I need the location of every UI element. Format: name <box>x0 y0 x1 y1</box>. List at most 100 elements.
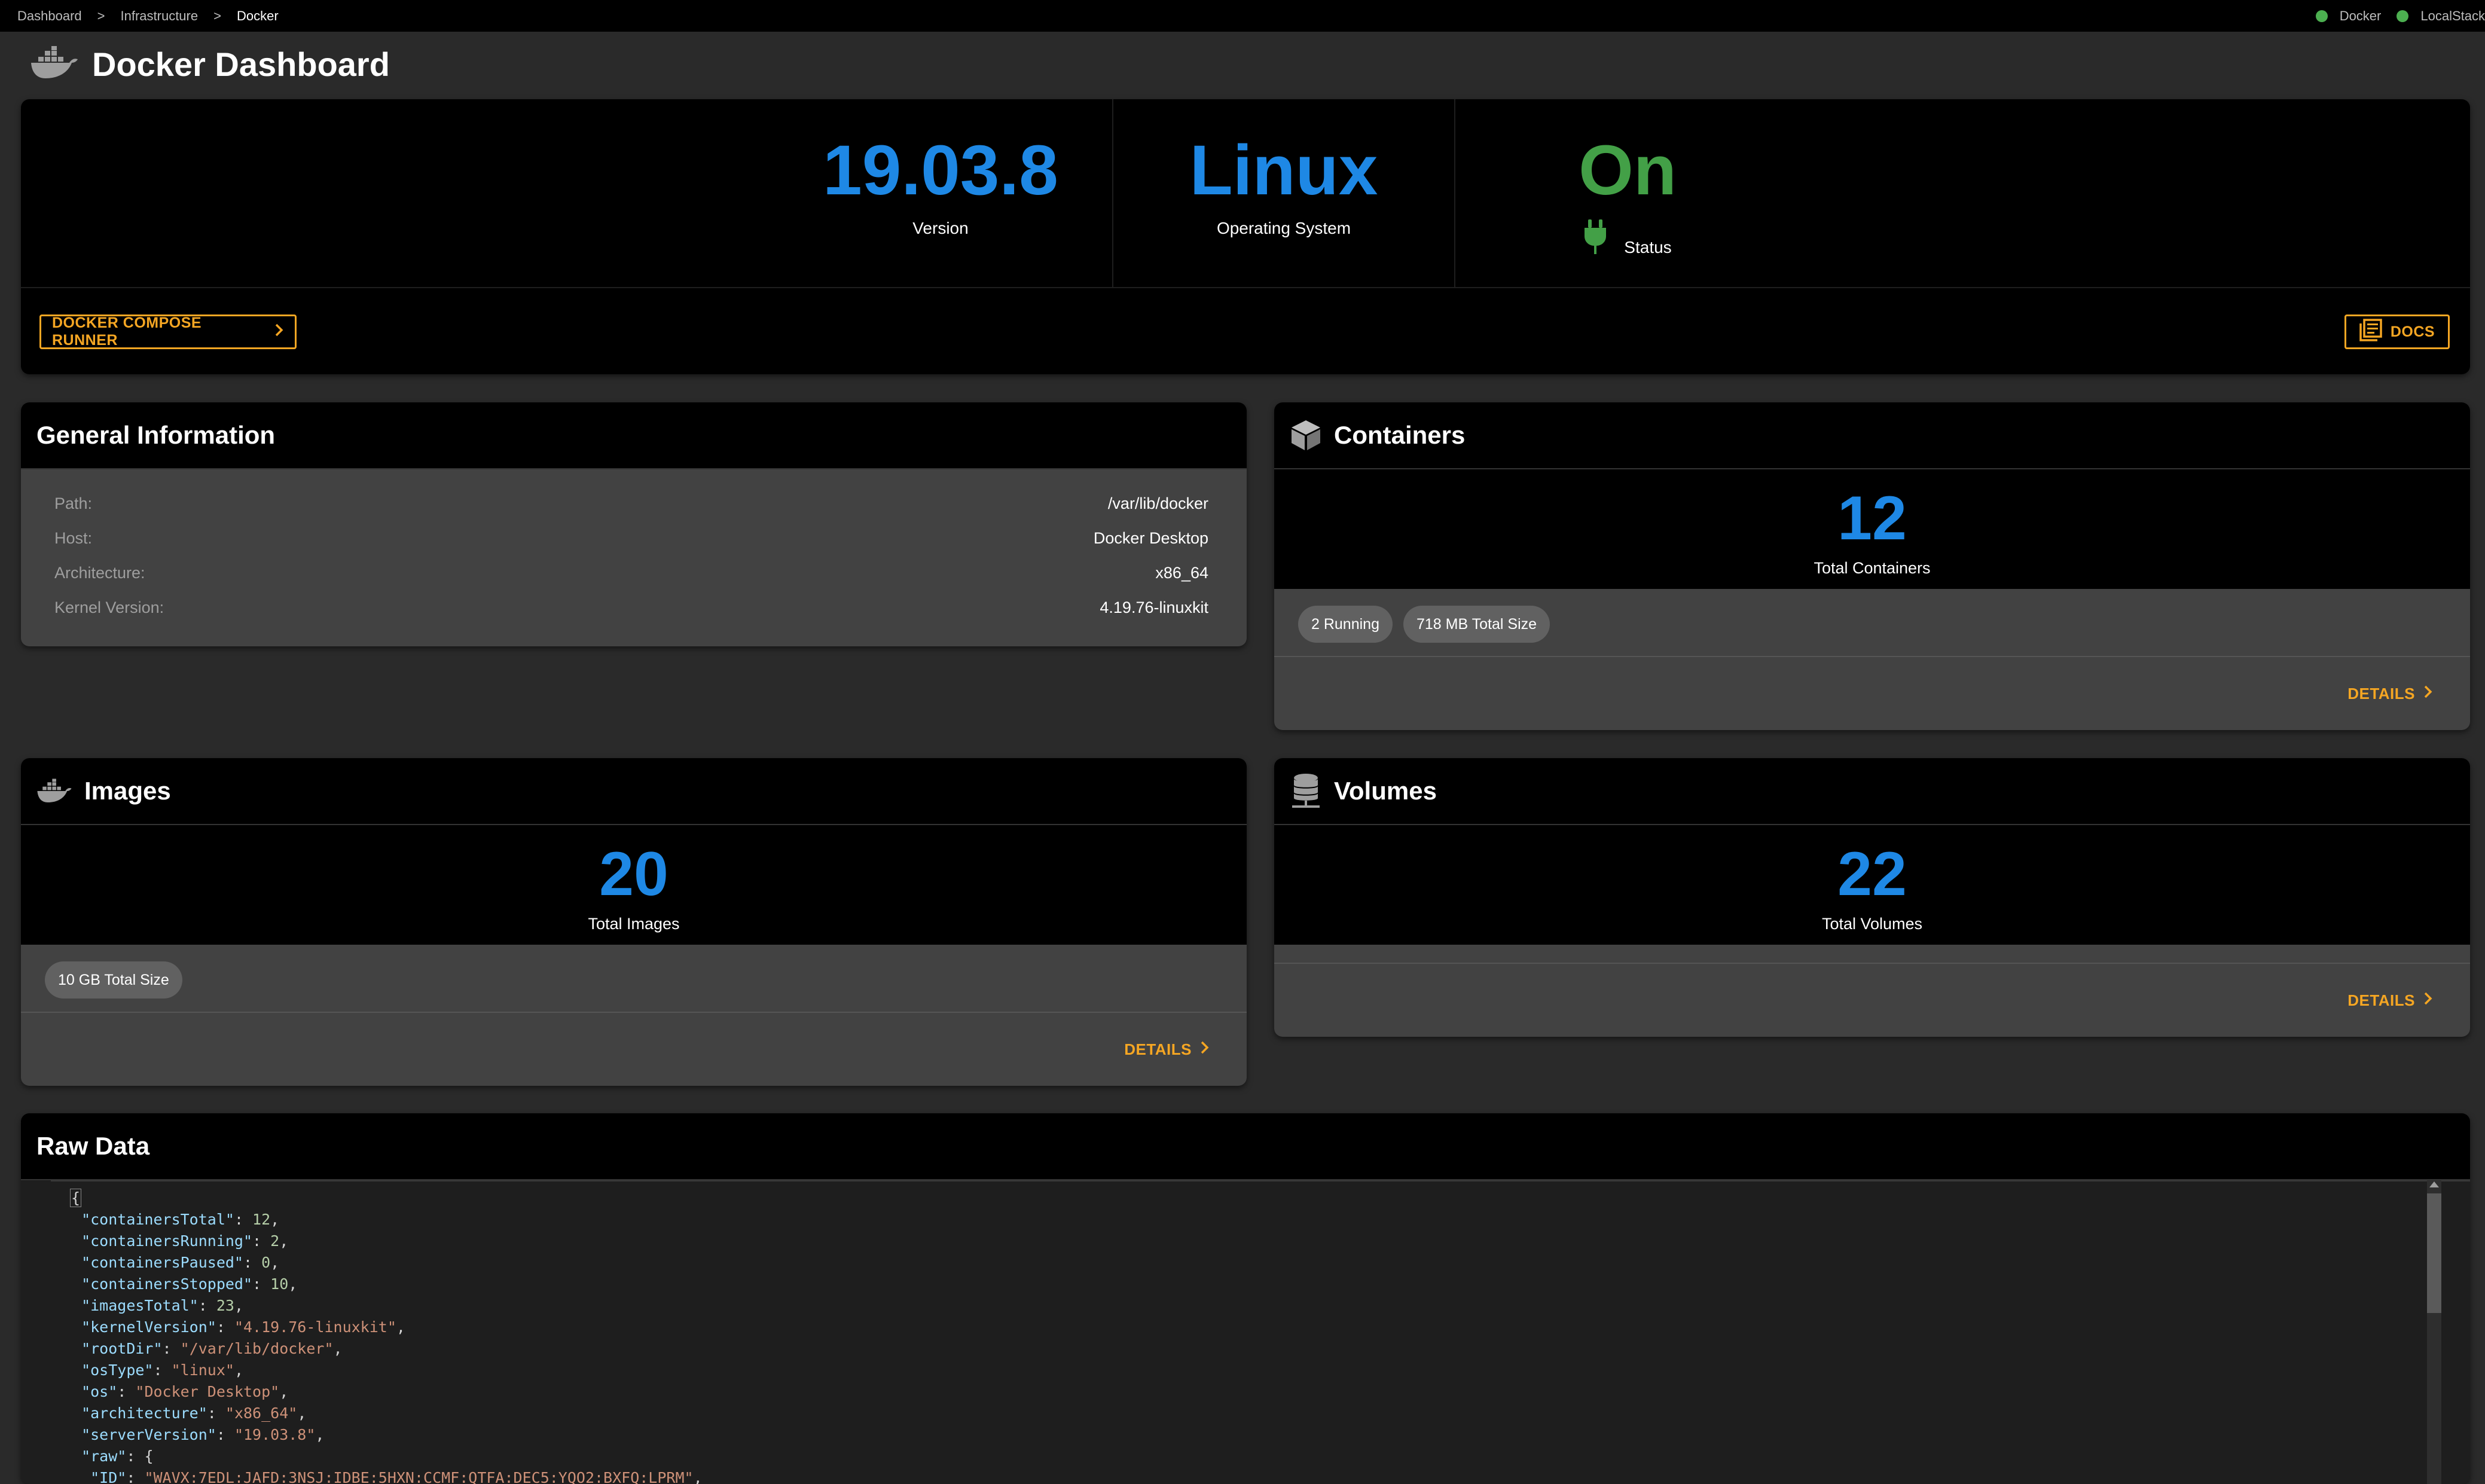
images-count: 20 <box>599 839 668 909</box>
json-value: { <box>144 1448 154 1465</box>
docker-whale-icon <box>30 45 79 83</box>
scrollbar[interactable] <box>2427 1180 2441 1484</box>
code-line: "ID": "WAVX:7EDL:JAFD:3NSJ:IDBE:5HXN:CCM… <box>72 1467 2470 1484</box>
info-row-path: Path: /var/lib/docker <box>54 486 1208 521</box>
code-line: "architecture": "x86_64", <box>81 1404 307 1422</box>
images-title: Images <box>84 777 171 805</box>
service-status-list: Docker LocalStack <box>2300 8 2485 24</box>
json-value: "x86_64" <box>225 1404 298 1422</box>
breadcrumb-dashboard[interactable]: Dashboard <box>17 8 82 24</box>
raw-data-header: Raw Data <box>21 1113 2470 1180</box>
general-information-title: General Information <box>36 421 276 449</box>
breadcrumb-separator: > <box>213 8 221 23</box>
json-key: "containersStopped" <box>81 1275 253 1293</box>
json-value: 12 <box>252 1211 271 1228</box>
cube-icon <box>1290 419 1322 451</box>
breadcrumb-infrastructure[interactable]: Infrastructure <box>121 8 199 24</box>
status-row: Status <box>1456 219 1799 257</box>
info-row-architecture: Architecture: x86_64 <box>54 555 1208 590</box>
json-value: "19.03.8" <box>234 1426 316 1443</box>
chevron-right-icon <box>2423 685 2433 703</box>
containers-metric: 12 Total Containers <box>1274 469 2470 589</box>
containers-count: 12 <box>1837 484 1907 553</box>
code-line: "containersRunning": 2, <box>81 1232 289 1250</box>
volumes-details-button[interactable]: DETAILS <box>2347 991 2433 1010</box>
chevron-right-icon <box>2423 991 2433 1010</box>
divider <box>1274 963 2470 964</box>
open-brace: { <box>70 1189 82 1207</box>
page-header: Docker Dashboard <box>30 42 390 86</box>
general-information-list: Path: /var/lib/docker Host: Docker Deskt… <box>54 486 1208 625</box>
images-metric: 20 Total Images <box>21 825 1247 945</box>
json-key: "osType" <box>81 1361 154 1379</box>
chevron-right-icon <box>274 323 284 341</box>
json-value: 2 <box>270 1232 280 1250</box>
code-line: "osType": "linux", <box>81 1361 244 1379</box>
json-key: "kernelVersion" <box>81 1318 216 1336</box>
volumes-count: 22 <box>1837 839 1907 909</box>
volumes-header: Volumes <box>1274 758 2470 825</box>
service-localstack[interactable]: LocalStack <box>2397 8 2485 24</box>
code-line: { <box>70 1187 2470 1209</box>
chip-total-size: 718 MB Total Size <box>1403 606 1550 643</box>
service-label: Docker <box>2339 8 2382 23</box>
scroll-up-icon[interactable] <box>2429 1181 2439 1187</box>
images-header: Images <box>21 758 1247 825</box>
divider <box>1274 656 2470 657</box>
raw-data-title: Raw Data <box>36 1132 150 1160</box>
divider <box>21 1012 1247 1013</box>
os-stat: Linux Operating System <box>1112 99 1455 288</box>
docker-compose-runner-button[interactable]: DOCKER COMPOSE RUNNER <box>39 314 297 349</box>
docs-button[interactable]: DOCS <box>2344 314 2450 349</box>
code-line: "containersTotal": 12, <box>81 1211 280 1228</box>
top-bar: Dashboard > Infrastructure > Docker Dock… <box>0 0 2485 32</box>
code-line: "imagesTotal": 23, <box>81 1297 244 1314</box>
status-dot-icon <box>2315 10 2328 22</box>
summary-stats: 19.03.8 Version Linux Operating System O… <box>21 99 2470 288</box>
docker-whale-icon <box>36 778 72 804</box>
images-details-button[interactable]: DETAILS <box>1124 1040 1210 1059</box>
chevron-right-icon <box>1200 1040 1210 1059</box>
containers-title: Containers <box>1334 421 1466 449</box>
json-value: "4.19.76-linuxkit" <box>234 1318 396 1336</box>
document-icon <box>2359 318 2382 346</box>
breadcrumb-docker: Docker <box>236 8 279 23</box>
containers-caption: Total Containers <box>1814 559 1931 577</box>
info-row-host: Host: Docker Desktop <box>54 521 1208 555</box>
images-chips: 10 GB Total Size <box>45 961 193 999</box>
info-value: /var/lib/docker <box>1107 494 1208 512</box>
info-value: 4.19.76-linuxkit <box>1100 598 1208 616</box>
details-label: DETAILS <box>2347 991 2415 1009</box>
scrollbar-thumb[interactable] <box>2427 1193 2441 1313</box>
info-row-kernel-version: Kernel Version: 4.19.76-linuxkit <box>54 590 1208 625</box>
json-value: "linux" <box>171 1361 234 1379</box>
images-caption: Total Images <box>588 915 680 933</box>
version-label: Version <box>912 219 969 237</box>
status-dot-icon <box>2397 10 2409 22</box>
images-card: Images 20 Total Images 10 GB Total Size … <box>21 758 1247 1086</box>
code-line: "serverVersion": "19.03.8", <box>81 1426 325 1443</box>
breadcrumb: Dashboard > Infrastructure > Docker <box>17 8 279 24</box>
service-docker[interactable]: Docker <box>2315 8 2382 24</box>
code-line: "kernelVersion": "4.19.76-linuxkit", <box>81 1318 405 1336</box>
containers-details-button[interactable]: DETAILS <box>2347 685 2433 703</box>
status-value: On <box>1579 131 1677 210</box>
json-key: "containersPaused" <box>81 1254 243 1271</box>
containers-card: Containers 12 Total Containers 2 Running… <box>1274 402 2470 730</box>
status-stat: On Status <box>1456 99 1799 288</box>
json-key: "rootDir" <box>81 1340 163 1357</box>
status-label: Status <box>1624 238 1672 257</box>
info-key: Host: <box>54 529 93 547</box>
json-key: "imagesTotal" <box>81 1297 199 1314</box>
version-stat: 19.03.8 Version <box>769 99 1112 288</box>
os-value: Linux <box>1189 131 1378 210</box>
chip-running: 2 Running <box>1298 606 1393 643</box>
json-code-editor[interactable]: { "containersTotal": 12, "containersRunn… <box>51 1180 2470 1484</box>
breadcrumb-separator: > <box>97 8 105 23</box>
json-key: "os" <box>81 1383 118 1400</box>
details-label: DETAILS <box>1124 1040 1192 1058</box>
json-value: 10 <box>270 1275 289 1293</box>
details-label: DETAILS <box>2347 685 2415 703</box>
json-value: 0 <box>261 1254 271 1271</box>
containers-chips: 2 Running 718 MB Total Size <box>1298 606 1561 643</box>
